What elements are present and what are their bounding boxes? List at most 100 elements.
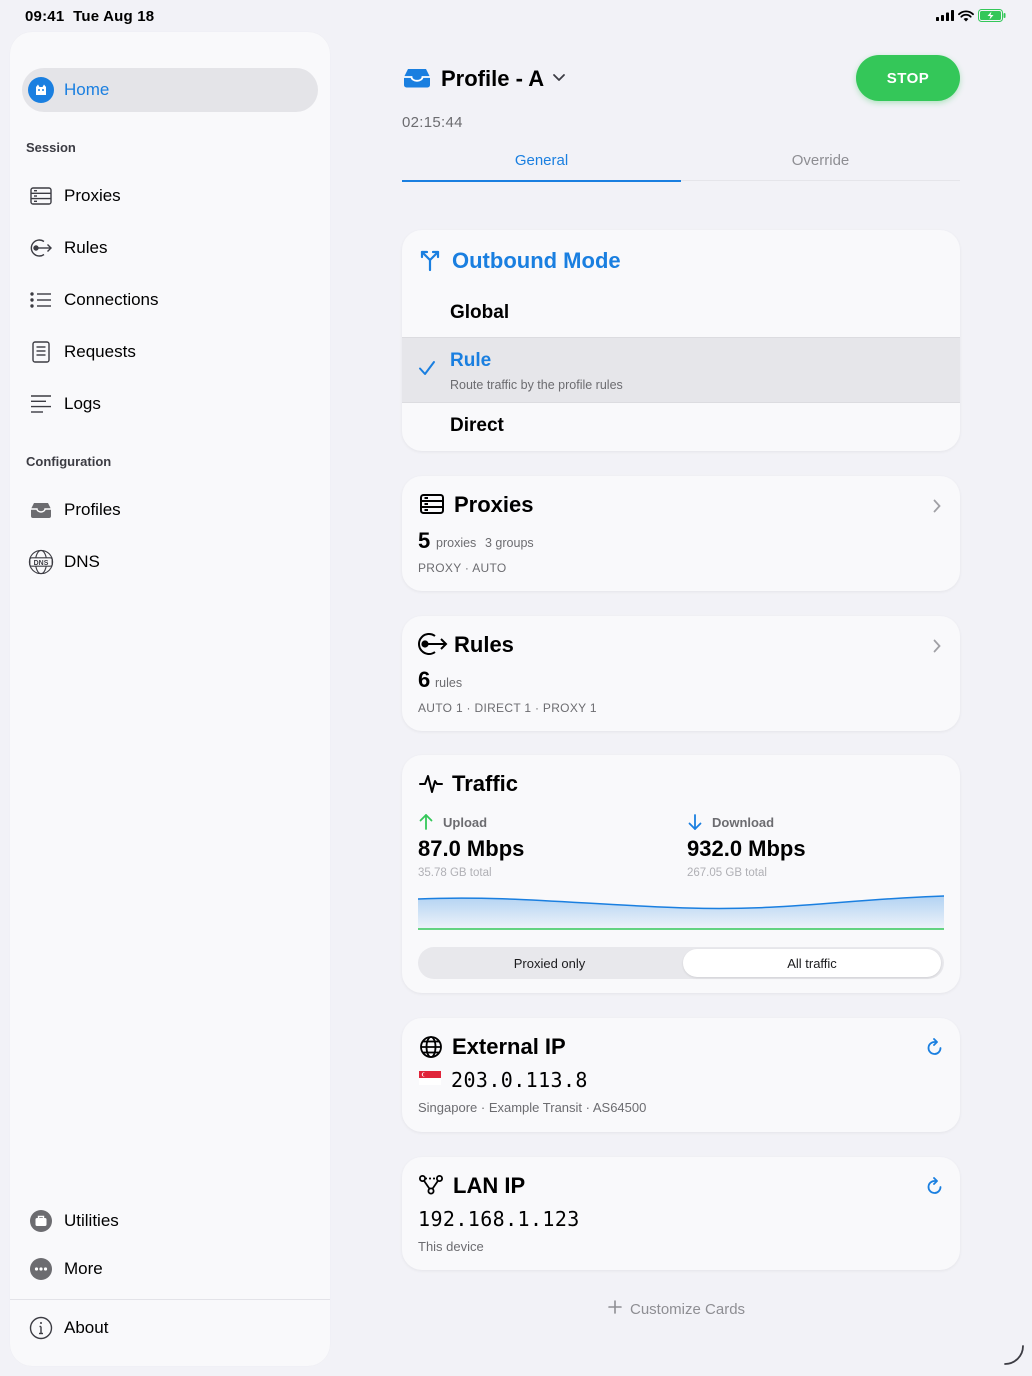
sidebar-item-logs[interactable]: Logs — [22, 382, 318, 426]
proxies-card[interactable]: Proxies 5 proxies 3 groups PROXY · AUTO — [402, 476, 960, 591]
status-time: 09:41 Tue Aug 18 — [25, 8, 155, 25]
rules-count-unit: rules — [435, 676, 463, 690]
sidebar-item-label: Requests — [64, 342, 136, 361]
proxies-count: 5 — [418, 528, 431, 553]
upload-label: Upload — [443, 815, 488, 830]
status-icons — [936, 9, 1006, 22]
download-value: 932.0 Mbps — [687, 836, 806, 861]
tray-icon — [28, 497, 54, 523]
chevron-right-icon — [932, 498, 942, 519]
sidebar: Home Session Proxies Rules Connections R… — [10, 32, 330, 1366]
lan-ip-info: This device — [418, 1239, 484, 1254]
sidebar-item-label: DNS — [64, 552, 100, 571]
profile-name[interactable]: Profile - A — [441, 66, 544, 92]
toolbox-icon — [28, 1208, 54, 1234]
singapore-flag-icon — [419, 1071, 441, 1090]
refresh-icon[interactable] — [926, 1038, 944, 1063]
mode-option-label: Rule — [450, 350, 492, 371]
sidebar-item-proxies[interactable]: Proxies — [22, 174, 318, 218]
traffic-filter-segmented-control: Proxied only All traffic — [418, 947, 944, 979]
segment-all-traffic[interactable]: All traffic — [683, 949, 941, 977]
refresh-icon[interactable] — [926, 1177, 944, 1202]
mode-option-direct[interactable]: Direct — [402, 403, 960, 451]
proxies-meta: PROXY · AUTO — [418, 561, 507, 575]
sidebar-item-label: About — [64, 1318, 109, 1337]
rules-card[interactable]: Rules 6 rules AUTO 1 · DIRECT 1 · PROXY … — [402, 616, 960, 731]
server-icon — [419, 493, 445, 520]
battery-icon — [978, 9, 1006, 22]
sidebar-item-about[interactable]: About — [22, 1306, 318, 1350]
tab-general[interactable]: General — [402, 152, 681, 182]
sidebar-item-label: Proxies — [64, 186, 121, 205]
fork-arrow-icon — [418, 248, 442, 277]
segment-proxied-only[interactable]: Proxied only — [418, 947, 681, 979]
outbound-mode-card: Outbound Mode Global Rule Route traffic … — [402, 230, 960, 451]
mode-option-rule[interactable]: Rule Route traffic by the profile rules — [402, 337, 960, 403]
sidebar-item-dns[interactable]: DNS DNS — [22, 540, 318, 584]
customize-cards-label: Customize Cards — [630, 1300, 746, 1318]
mode-option-description: Route traffic by the profile rules — [450, 378, 623, 392]
document-list-icon — [28, 339, 54, 365]
traffic-sparkline — [418, 895, 944, 930]
home-cat-icon — [28, 77, 54, 103]
customize-cards-button[interactable]: Customize Cards — [608, 1300, 745, 1318]
traffic-card: Traffic Upload 87.0 Mbps 35.78 GB total … — [402, 755, 960, 993]
dns-globe-icon: DNS — [28, 549, 54, 575]
sidebar-item-utilities[interactable]: Utilities — [22, 1199, 318, 1243]
svg-text:DNS: DNS — [34, 560, 49, 567]
download-label: Download — [712, 815, 775, 830]
profile-tray-icon — [402, 66, 432, 95]
session-section-header: Session — [26, 140, 76, 155]
rules-meta: AUTO 1 · DIRECT 1 · PROXY 1 — [418, 701, 597, 715]
sidebar-item-home[interactable]: Home — [22, 68, 318, 112]
signal-icon — [936, 10, 954, 21]
sidebar-item-label: Profiles — [64, 500, 121, 519]
outbound-mode-title: Outbound Mode — [452, 248, 621, 273]
waveform-icon — [418, 772, 444, 801]
checkmark-icon — [418, 360, 436, 381]
sidebar-item-more[interactable]: More — [22, 1247, 318, 1291]
lan-ip-value: 192.168.1.123 — [418, 1207, 580, 1231]
sidebar-item-profiles[interactable]: Profiles — [22, 488, 318, 532]
tab-override[interactable]: Override — [681, 152, 960, 181]
globe-icon — [419, 1035, 443, 1064]
network-nodes-icon — [418, 1174, 444, 1201]
rules-title: Rules — [454, 632, 514, 657]
external-ip-value: 203.0.113.8 — [451, 1068, 588, 1092]
sidebar-item-label: Rules — [64, 238, 108, 257]
rules-count: 6 — [418, 667, 431, 692]
list-icon — [28, 287, 54, 313]
text-align-icon — [28, 391, 54, 417]
wifi-icon — [958, 9, 974, 21]
mode-option-label: Direct — [450, 415, 504, 436]
external-ip-info: Singapore · Example Transit · AS64500 — [418, 1100, 647, 1115]
download-total: 267.05 GB total — [687, 867, 767, 879]
plus-icon — [608, 1300, 622, 1318]
lan-ip-card: LAN IP 192.168.1.123 This device — [402, 1157, 960, 1270]
upload-value: 87.0 Mbps — [418, 836, 525, 861]
elapsed-time: 02:15:44 — [402, 114, 463, 131]
resize-corner-icon — [1002, 1343, 1026, 1372]
sidebar-item-requests[interactable]: Requests — [22, 330, 318, 374]
stop-button[interactable]: STOP — [856, 55, 960, 101]
sidebar-item-rules[interactable]: Rules — [22, 226, 318, 270]
arrow-down-icon — [687, 813, 703, 836]
chevron-down-icon[interactable] — [551, 69, 567, 90]
lan-ip-title: LAN IP — [453, 1173, 526, 1198]
status-bar: 09:41 Tue Aug 18 — [0, 0, 1032, 30]
external-ip-card: External IP 203.0.113.8 Singapore · Exam… — [402, 1018, 960, 1132]
proxies-groups: 3 groups — [485, 536, 534, 550]
sidebar-item-connections[interactable]: Connections — [22, 278, 318, 322]
sidebar-item-label: Connections — [64, 290, 159, 309]
proxies-count-unit: proxies — [436, 536, 477, 550]
server-icon — [28, 183, 54, 209]
mode-option-global[interactable]: Global — [402, 290, 960, 337]
upload-total: 35.78 GB total — [418, 867, 492, 879]
chevron-right-icon — [932, 638, 942, 659]
external-ip-title: External IP — [452, 1034, 566, 1059]
rules-arrow-icon — [414, 630, 450, 663]
mode-option-label: Global — [450, 302, 510, 323]
sidebar-item-label: Logs — [64, 394, 101, 413]
configuration-section-header: Configuration — [26, 454, 112, 469]
traffic-title: Traffic — [452, 771, 519, 796]
